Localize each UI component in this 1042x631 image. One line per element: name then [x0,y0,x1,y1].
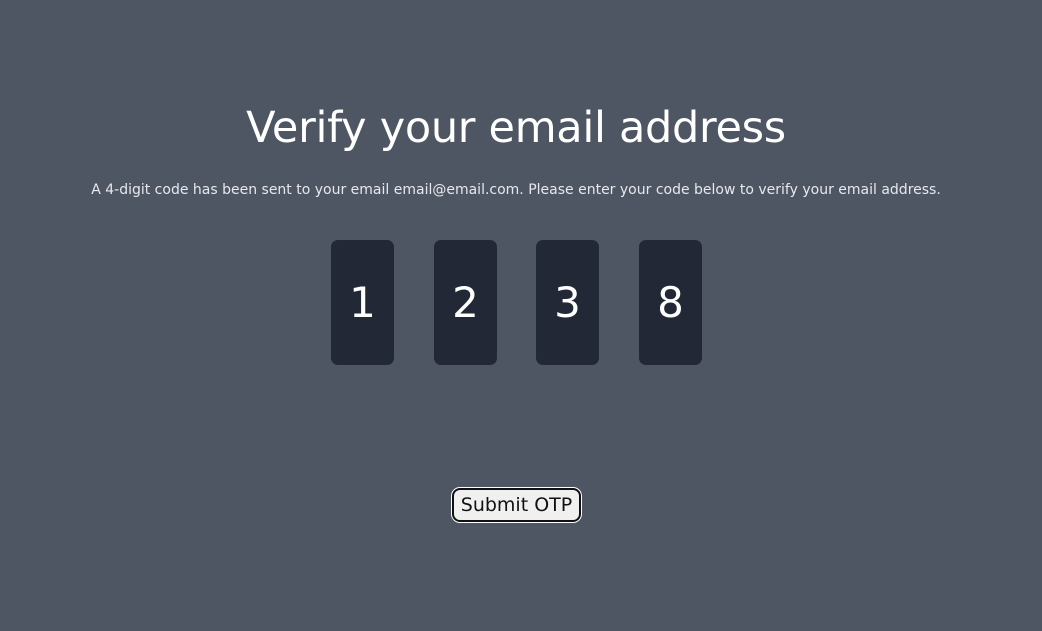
otp-digit-3-input[interactable] [536,240,599,365]
page-title: Verify your email address [246,103,786,153]
verification-message: A 4-digit code has been sent to your ema… [91,182,941,198]
otp-digit-2-input[interactable] [434,240,497,365]
submit-container: Submit OTP [452,488,581,522]
submit-otp-button[interactable]: Submit OTP [452,488,581,522]
otp-input-group [331,240,702,365]
otp-digit-4-input[interactable] [639,240,702,365]
verify-email-page: Verify your email address A 4-digit code… [0,0,1042,631]
otp-digit-1-input[interactable] [331,240,394,365]
